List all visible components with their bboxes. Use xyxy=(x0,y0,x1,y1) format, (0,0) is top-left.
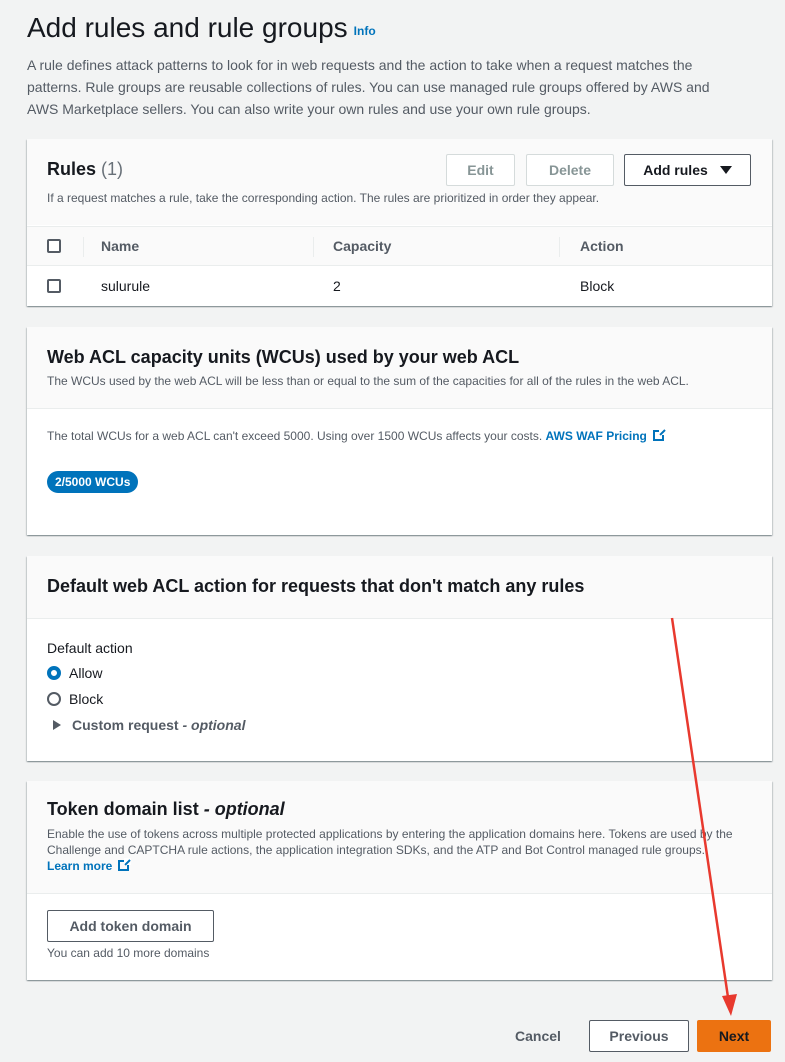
external-link-icon xyxy=(652,428,666,441)
default-action-panel: Default web ACL action for requests that… xyxy=(27,556,772,761)
custom-request-expander[interactable]: Custom request - optional xyxy=(53,717,245,733)
table-row[interactable]: sulurule 2 Block xyxy=(27,266,772,306)
next-button[interactable]: Next xyxy=(697,1020,771,1052)
info-link[interactable]: Info xyxy=(354,24,376,38)
row-checkbox[interactable] xyxy=(47,279,61,293)
rule-name: sulurule xyxy=(101,278,151,294)
rule-action: Block xyxy=(580,278,615,294)
edit-button[interactable]: Edit xyxy=(446,154,515,186)
caret-right-icon xyxy=(53,720,61,730)
learn-more-link[interactable]: Learn more xyxy=(47,858,132,873)
default-action-title: Default web ACL action for requests that… xyxy=(47,576,585,596)
token-domain-panel: Token domain list - optional Enable the … xyxy=(27,781,772,980)
annotation-arrow-head xyxy=(722,994,737,1016)
pricing-link[interactable]: AWS WAF Pricing xyxy=(546,428,666,443)
page-header: Add rules and rule groups Info A rule def… xyxy=(27,12,767,120)
rules-header: Rules (1) If a request matches a rule, t… xyxy=(27,139,772,225)
rules-panel: Rules (1) If a request matches a rule, t… xyxy=(27,139,772,306)
rules-title: Rules (1) xyxy=(47,159,124,179)
radio-selected-icon[interactable] xyxy=(47,666,61,680)
token-subtitle: Enable the use of tokens across multiple… xyxy=(47,827,733,873)
wcu-header: Web ACL capacity units (WCUs) used by yo… xyxy=(27,327,772,409)
wcu-note: The total WCUs for a web ACL can't excee… xyxy=(47,428,666,443)
cancel-button[interactable]: Cancel xyxy=(515,1028,561,1044)
default-action-header: Default web ACL action for requests that… xyxy=(27,556,772,619)
column-capacity[interactable]: Capacity xyxy=(333,227,391,265)
rules-count: (1) xyxy=(101,159,124,179)
rules-subtitle: If a request matches a rule, take the co… xyxy=(47,191,600,205)
wcu-subtitle: The WCUs used by the web ACL will be les… xyxy=(47,374,689,388)
wcu-title: Web ACL capacity units (WCUs) used by yo… xyxy=(47,347,520,367)
previous-button[interactable]: Previous xyxy=(589,1020,689,1052)
add-rules-dropdown-button[interactable]: Add rules xyxy=(624,154,751,186)
rules-table-header: Name Capacity Action xyxy=(27,226,772,266)
page-title: Add rules and rule groups xyxy=(27,12,348,43)
caret-down-icon xyxy=(719,166,732,174)
external-link-icon xyxy=(118,858,132,871)
radio-block[interactable]: Block xyxy=(47,691,103,707)
default-action-label: Default action xyxy=(47,640,133,656)
token-hint: You can add 10 more domains xyxy=(47,946,210,960)
select-all-checkbox[interactable] xyxy=(47,239,61,253)
wcu-badge: 2/5000 WCUs xyxy=(47,471,139,493)
column-name[interactable]: Name xyxy=(101,227,139,265)
radio-allow[interactable]: Allow xyxy=(47,665,102,681)
token-header: Token domain list - optional Enable the … xyxy=(27,781,772,894)
column-action[interactable]: Action xyxy=(580,227,624,265)
wcu-panel: Web ACL capacity units (WCUs) used by yo… xyxy=(27,327,772,535)
delete-button[interactable]: Delete xyxy=(526,154,614,186)
add-token-domain-button[interactable]: Add token domain xyxy=(47,910,214,942)
rule-capacity: 2 xyxy=(333,278,341,294)
token-title: Token domain list - optional xyxy=(47,799,285,819)
page-description: A rule defines attack patterns to look f… xyxy=(27,57,710,117)
radio-unselected-icon[interactable] xyxy=(47,692,61,706)
